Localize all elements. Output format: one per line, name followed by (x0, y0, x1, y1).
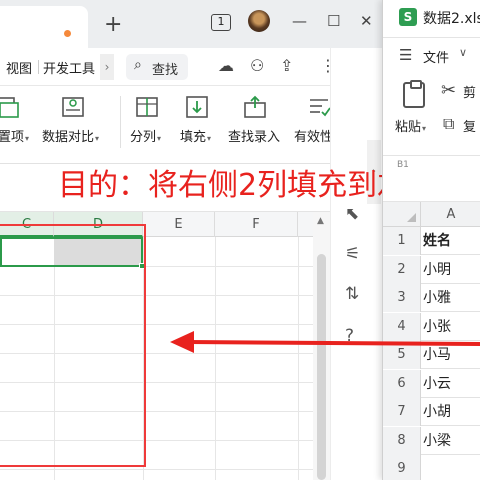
search-label: 查找 (152, 63, 179, 78)
annotation-text: 目的：将右侧2列填充到左侧 (58, 168, 382, 203)
cut-button[interactable]: 剪 (463, 82, 476, 101)
select-all-corner[interactable] (383, 202, 421, 227)
paste-button[interactable]: 粘贴▾ (395, 116, 426, 135)
target-area-highlight (0, 224, 146, 467)
cell-value[interactable]: 小明 (423, 256, 451, 284)
right-menubar: ☰ 文件 ∨ (383, 38, 480, 72)
scrollbar-thumb[interactable] (317, 254, 326, 480)
unsaved-dot-icon (64, 30, 71, 37)
ribbon-divider (120, 96, 121, 148)
name-box[interactable]: B1 (397, 160, 409, 170)
close-icon[interactable]: ✕ (360, 12, 373, 30)
left-ribbon: 置项▾ 数据对比▾ 分列▾ 填充▾ 查找录入 有效性 (0, 86, 382, 164)
cell-value[interactable]: 小胡 (423, 398, 451, 426)
left-spreadsheet-window: + 1 — ☐ ✕ | 视图 开发工具 › ⌕ 查找 ☁ ⚇ ⇪ ⋮ ︿ 置项▾ (0, 0, 382, 480)
column-header-f[interactable]: F (215, 212, 298, 237)
cut-icon[interactable]: ✂ (441, 80, 456, 101)
cell-value[interactable]: 小梁 (423, 427, 451, 455)
copy-button[interactable]: 复 (463, 116, 476, 135)
table-row[interactable]: 1 姓名 (383, 227, 480, 255)
cell-value[interactable]: 小云 (423, 370, 451, 398)
left-menubar: | 视图 开发工具 › ⌕ 查找 ☁ ⚇ ⇪ ⋮ ︿ (0, 48, 382, 86)
row-number[interactable]: 5 (383, 341, 421, 369)
table-row[interactable]: 5 小马 (383, 341, 480, 369)
hamburger-menu-icon[interactable]: ☰ (399, 46, 412, 64)
ribbon-label-1[interactable]: 数据对比▾ (42, 126, 99, 145)
left-titlebar: + 1 — ☐ ✕ (0, 0, 382, 48)
table-row[interactable]: 4 小张 (383, 312, 480, 341)
table-row[interactable]: 3 小雅 (383, 284, 480, 312)
format-painter-icon[interactable]: ⇅ (345, 284, 359, 304)
column-header-a[interactable]: A (421, 202, 480, 227)
right-titlebar: S 数据2.xlsx (383, 0, 480, 38)
ribbon-label-0[interactable]: 置项▾ (0, 126, 29, 145)
row-number[interactable]: 1 (383, 227, 421, 255)
row-number[interactable]: 6 (383, 369, 421, 398)
menu-item-developer[interactable]: 开发工具 (43, 58, 95, 77)
adjust-icon[interactable]: ⚟ (345, 244, 360, 264)
row-number[interactable]: 8 (383, 426, 421, 455)
table-row[interactable]: 2 小明 (383, 255, 480, 284)
fill-down-icon[interactable] (184, 94, 210, 120)
data-compare-icon[interactable] (60, 94, 86, 120)
lookup-entry-icon[interactable] (242, 94, 268, 120)
right-ribbon: 粘贴▾ ✂ 剪 ⧉ 复 (383, 72, 480, 156)
table-row[interactable]: 7 小胡 (383, 398, 480, 426)
formula-bar[interactable]: B1 (383, 156, 480, 202)
grid-line (298, 237, 299, 480)
right-window-title: 数据2.xlsx (423, 11, 480, 27)
help-icon[interactable]: ? (345, 326, 354, 346)
menu-item-file[interactable]: 文件 (423, 47, 449, 66)
row-number[interactable]: 9 (383, 455, 421, 480)
minimize-icon[interactable]: — (292, 12, 307, 30)
window-count-badge[interactable]: 1 (211, 14, 231, 31)
cloud-sync-icon[interactable]: ☁ (218, 56, 234, 75)
scroll-up-icon[interactable]: ▲ (317, 216, 324, 226)
row-number[interactable]: 2 (383, 255, 421, 284)
search-button[interactable]: ⌕ 查找 (126, 54, 188, 80)
avatar[interactable] (248, 10, 270, 32)
cell-value[interactable]: 小马 (423, 341, 451, 369)
ribbon-label-4[interactable]: 查找录入 (228, 126, 280, 145)
add-user-icon[interactable]: ⚇ (250, 56, 264, 75)
ribbon-label-3[interactable]: 填充▾ (180, 126, 211, 145)
cell-value[interactable]: 小张 (423, 313, 451, 341)
duplicate-icon[interactable] (0, 94, 20, 120)
grid-line (215, 237, 216, 480)
spreadsheet-logo-icon: S (399, 8, 417, 26)
document-tab[interactable] (0, 6, 88, 48)
search-icon: ⌕ (134, 57, 142, 73)
cell-value[interactable]: 姓名 (423, 227, 451, 255)
grid-line (0, 469, 330, 470)
menu-divider (38, 60, 39, 74)
new-tab-icon[interactable]: + (104, 14, 122, 36)
vertical-scrollbar[interactable]: ▲ (313, 212, 330, 480)
validation-icon[interactable] (306, 94, 332, 120)
menu-scroll-right-icon[interactable]: › (100, 54, 114, 80)
ribbon-label-2[interactable]: 分列▾ (130, 126, 161, 145)
table-row[interactable]: 6 小云 (383, 369, 480, 398)
right-spreadsheet-window: S 数据2.xlsx ☰ 文件 ∨ 粘贴▾ ✂ 剪 ⧉ 复 B1 A 1姓名2小… (382, 0, 480, 480)
chevron-down-icon[interactable]: ∨ (459, 46, 467, 59)
share-icon[interactable]: ⇪ (280, 56, 293, 75)
cell-value[interactable]: 小雅 (423, 284, 451, 312)
row-number[interactable]: 4 (383, 312, 421, 341)
column-header-e[interactable]: E (143, 212, 215, 237)
table-row[interactable]: 9 (383, 455, 480, 480)
row-number[interactable]: 3 (383, 284, 421, 312)
menu-item-view[interactable]: 视图 (6, 58, 32, 77)
split-columns-icon[interactable] (134, 94, 160, 120)
row-number[interactable]: 7 (383, 398, 421, 426)
paste-icon[interactable] (403, 80, 425, 108)
copy-icon[interactable]: ⧉ (443, 114, 454, 134)
right-side-panel: › ⬉ ⚟ ⇅ ? (330, 48, 382, 480)
table-row[interactable]: 8 小梁 (383, 426, 480, 455)
maximize-icon[interactable]: ☐ (327, 12, 340, 30)
